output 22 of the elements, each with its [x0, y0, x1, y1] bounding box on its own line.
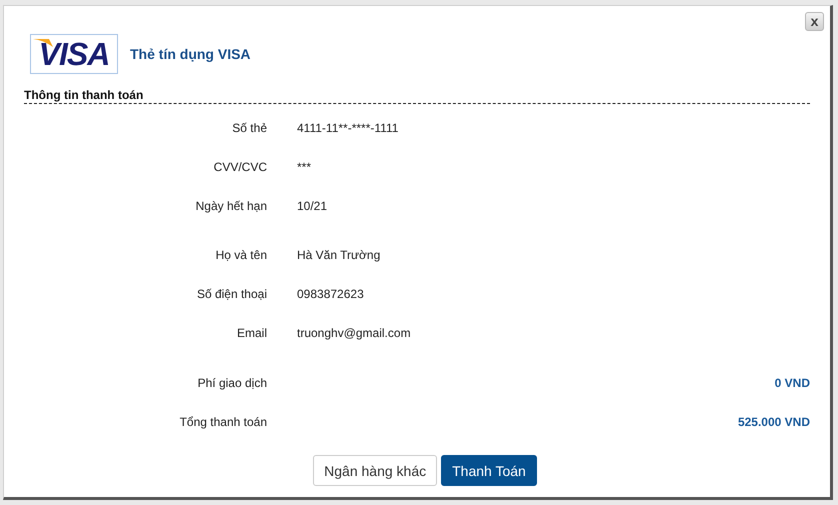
field-value: 0983872623	[297, 286, 365, 300]
other-bank-button[interactable]: Ngân hàng khác	[313, 455, 438, 486]
field-label: Ngày hết hạn	[194, 198, 267, 212]
visa-logo: VISA	[30, 34, 118, 74]
section-title: Thông tin thanh toán	[24, 88, 810, 104]
field-label: Họ và tên	[214, 248, 267, 262]
field-label: Số thẻ	[231, 120, 267, 134]
field-value: 10/21	[297, 198, 328, 212]
total-label: Phí giao dịch	[196, 376, 267, 390]
total-label: Tổng thanh toán	[178, 414, 267, 428]
field-label: CVV/CVC	[212, 160, 267, 174]
field-value: 4111-11**-****-1111	[297, 120, 400, 134]
dialog-title: Thẻ tín dụng VISA	[130, 46, 251, 62]
total-amount: 0 VND	[774, 376, 810, 390]
field-value: ***	[297, 160, 312, 174]
close-button[interactable]: x	[805, 12, 824, 31]
total-amount: 525.000 VND	[738, 414, 810, 428]
field-label: Email	[236, 326, 267, 340]
field-value: truonghv@gmail.com	[297, 326, 412, 340]
field-label: Số điện thoại	[196, 286, 267, 300]
pay-button[interactable]: Thanh Toán	[441, 455, 537, 486]
field-value: Hà Văn Trường	[297, 248, 382, 262]
